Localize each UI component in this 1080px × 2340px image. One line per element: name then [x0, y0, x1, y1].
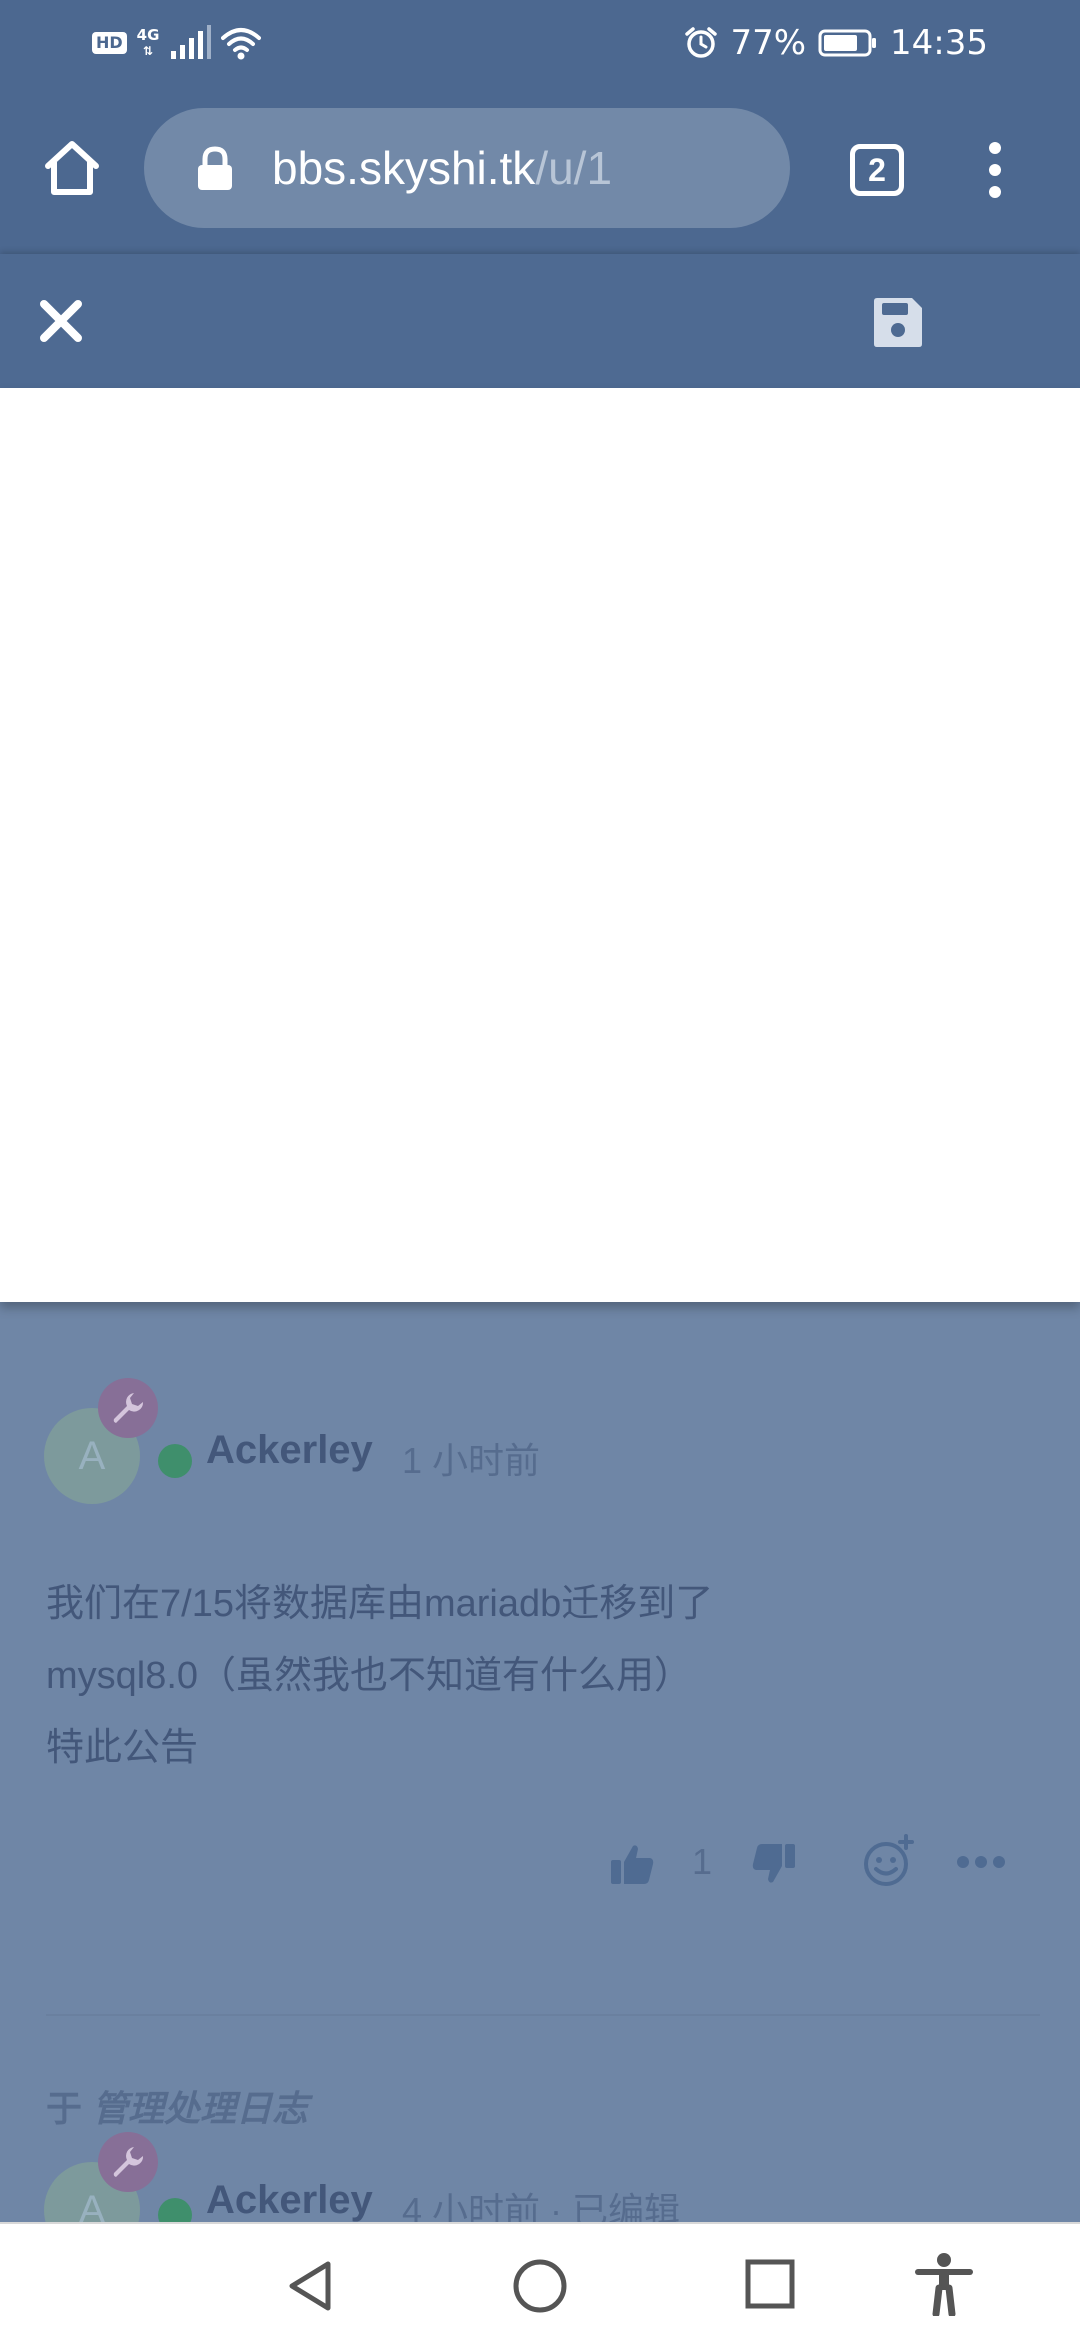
post-author[interactable]: Ackerley — [206, 1428, 373, 1473]
moderator-badge — [98, 2132, 158, 2192]
alarm-icon — [685, 27, 718, 58]
recents-icon[interactable] — [744, 2258, 796, 2310]
status-right: 77% 14:35 — [684, 20, 988, 66]
vote-count: 1 — [692, 1841, 713, 1882]
avatar-group: A — [44, 2132, 192, 2222]
post-line: 特此公告 — [46, 1727, 199, 1769]
battery-icon — [818, 29, 877, 57]
status-left: HD 4G ⇅ — [92, 22, 262, 64]
network-label: 4G ⇅ — [137, 27, 160, 59]
background-topic-page: A Ackerley 1 小时前 我们在7/15将数据库由mariadb迁移到了… — [0, 1302, 1080, 2222]
data-arrows-icon: ⇅ — [143, 44, 154, 58]
avatar-group: A — [44, 1378, 192, 1504]
post-author[interactable]: Ackerley — [206, 2178, 373, 2222]
wrench-icon — [113, 1393, 144, 1423]
browser-toolbar: bbs.skyshi.tk/u/1 2 — [0, 86, 1080, 254]
post-time[interactable]: 1 小时前 — [402, 1432, 540, 1484]
clock: 14:35 — [890, 23, 988, 63]
back-icon[interactable] — [284, 2258, 334, 2314]
lock-icon — [198, 146, 232, 190]
post-actions: 1 — [0, 1820, 1080, 1910]
online-status-dot — [158, 1444, 192, 1478]
modal-toolbar — [0, 254, 1080, 388]
url-text: bbs.skyshi.tk/u/1 — [272, 108, 612, 228]
tab-switcher-button[interactable]: 2 — [850, 144, 904, 196]
page: HD 4G ⇅ 77% 14:35 bbs.skyshi.tk/u/1 2 A … — [0, 0, 1080, 2340]
more-horiz-icon[interactable] — [956, 1854, 1006, 1870]
thumbs-up-icon[interactable] — [608, 1840, 656, 1888]
save-icon[interactable] — [870, 294, 926, 350]
wrench-icon — [113, 2147, 144, 2177]
status-bar: HD 4G ⇅ 77% 14:35 — [0, 0, 1080, 86]
log-title: 管理处理日志 — [92, 2088, 309, 2129]
home-circle-icon[interactable] — [512, 2258, 568, 2314]
moderation-log-link[interactable]: 于 管理处理日志 — [46, 2080, 308, 2132]
modal-content — [0, 388, 1080, 1302]
log-prefix: 于 — [46, 2088, 83, 2129]
more-vert-icon[interactable] — [980, 138, 1010, 202]
home-icon[interactable] — [40, 136, 104, 200]
moderator-badge — [98, 1378, 158, 1438]
online-status-dot — [158, 2198, 192, 2222]
system-nav-bar — [0, 2222, 1080, 2340]
network-type: 4G — [136, 26, 160, 44]
url-domain: bbs.skyshi.tk — [272, 142, 536, 194]
post-line: mysql8.0（虽然我也不知道有什么用） — [46, 1655, 693, 1697]
add-reaction-icon[interactable] — [862, 1834, 916, 1888]
thumbs-down-icon[interactable] — [750, 1840, 798, 1888]
url-path: /u/1 — [535, 142, 613, 194]
post-content: 我们在7/15将数据库由mariadb迁移到了 mysql8.0（虽然我也不知道… — [46, 1568, 1036, 1784]
address-bar[interactable]: bbs.skyshi.tk/u/1 — [144, 108, 790, 228]
close-icon[interactable] — [36, 296, 86, 346]
post-time[interactable]: 4 小时前 · 已编辑 — [402, 2182, 680, 2222]
battery-percent: 77% — [730, 23, 807, 63]
signal-icon — [171, 25, 212, 59]
accessibility-icon[interactable] — [914, 2252, 974, 2316]
post-line: 我们在7/15将数据库由mariadb迁移到了 — [46, 1583, 714, 1625]
hd-badge: HD — [92, 32, 127, 54]
divider — [46, 2014, 1040, 2016]
wifi-icon — [221, 28, 262, 60]
